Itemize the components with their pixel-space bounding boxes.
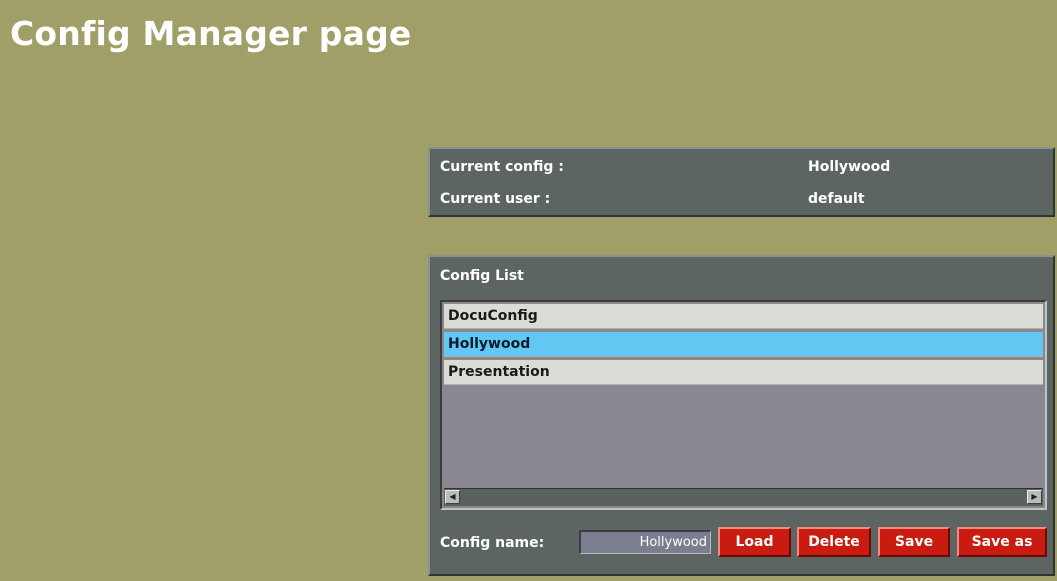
delete-button[interactable]: Delete: [797, 527, 871, 557]
save-as-button[interactable]: Save as: [957, 527, 1047, 557]
list-item-docuconfig[interactable]: DocuConfig: [444, 304, 1043, 329]
scroll-right-button[interactable]: ▶: [1027, 490, 1042, 504]
config-list-panel: Config List DocuConfig Hollywood Present…: [428, 255, 1055, 576]
current-user-row: Current user : default: [440, 189, 1043, 209]
triangle-left-icon: ◀: [449, 492, 456, 501]
list-item-hollywood[interactable]: Hollywood: [444, 332, 1043, 357]
triangle-right-icon: ▶: [1031, 492, 1038, 501]
scroll-left-button[interactable]: ◀: [445, 490, 460, 504]
current-info-panel: Current config : Hollywood Current user …: [428, 147, 1055, 217]
current-config-row: Current config : Hollywood: [440, 157, 1043, 177]
config-actions-row: Config name: Load Delete Save Save as: [440, 527, 1047, 557]
current-config-value: Hollywood: [808, 159, 891, 175]
config-name-input[interactable]: [579, 530, 711, 554]
current-config-label: Current config :: [440, 159, 564, 175]
save-button[interactable]: Save: [878, 527, 950, 557]
config-listbox[interactable]: DocuConfig Hollywood Presentation ◀ ▶: [440, 300, 1047, 510]
load-button[interactable]: Load: [718, 527, 791, 557]
config-list-title: Config List: [440, 268, 524, 284]
horizontal-scrollbar[interactable]: ◀ ▶: [444, 488, 1043, 506]
current-user-label: Current user :: [440, 191, 551, 207]
current-user-value: default: [808, 191, 865, 207]
config-name-label: Config name:: [440, 535, 545, 551]
list-item-presentation[interactable]: Presentation: [444, 360, 1043, 385]
page-title: Config Manager page: [10, 14, 412, 53]
